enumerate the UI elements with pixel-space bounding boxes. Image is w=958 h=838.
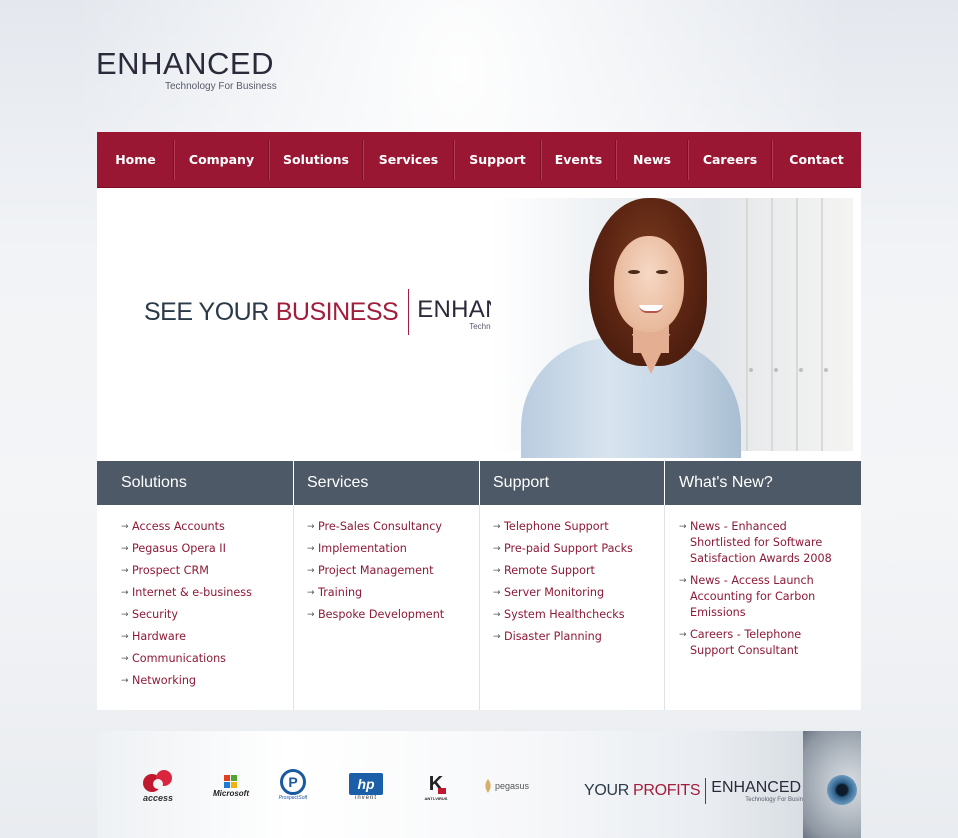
kaspersky-icon: K (424, 773, 448, 796)
hero-slogan-see: SEE YOUR (144, 297, 269, 326)
partner-footer: access Microsoft P ProspectSoft hp inven… (97, 731, 861, 838)
support-heading: Support (480, 461, 665, 505)
hero-photo-woman (491, 198, 853, 458)
footer-slogan-profits: PROFITS (633, 782, 701, 799)
pegasus-label: pegasus (494, 781, 530, 791)
prospect-icon: P (280, 769, 306, 795)
whats-new-column: → News - Enhanced Shortlisted for Softwar… (665, 505, 861, 710)
services-link[interactable]: → Bespoke Development (307, 607, 479, 623)
hero-banner: SEE YOUR BUSINESS ENHANCED Technology Fo… (97, 188, 861, 461)
hero-divider (408, 289, 410, 335)
services-link[interactable]: → Pre-Sales Consultancy (307, 519, 479, 535)
solutions-link[interactable]: → Security (121, 607, 293, 623)
access-icon (143, 770, 172, 792)
pegasus-icon (485, 779, 491, 793)
support-link[interactable]: → System Healthchecks (493, 607, 664, 623)
footer-slogan: YOUR PROFITS ENHANCED Technology For Bus… (584, 777, 812, 805)
hero-slogan-business: BUSINESS (275, 297, 399, 326)
support-link[interactable]: → Server Monitoring (493, 585, 664, 601)
nav-services[interactable]: Services (363, 132, 454, 188)
support-link[interactable]: → Pre-paid Support Packs (493, 541, 664, 557)
services-link[interactable]: → Training (307, 585, 479, 601)
services-link[interactable]: → Project Management (307, 563, 479, 579)
access-logo[interactable]: access (135, 765, 181, 807)
eye-iris (827, 775, 857, 805)
microsoft-label: Microsoft (213, 788, 249, 798)
site-logo[interactable]: ENHANCED Technology For Business (96, 48, 296, 98)
whats-new-heading: What's New? (679, 474, 773, 491)
support-link[interactable]: → Disaster Planning (493, 629, 664, 645)
nav-contact[interactable]: Contact (772, 132, 861, 188)
access-label: access (142, 793, 174, 803)
support-column: → Telephone Support → Pre-paid Support Pac… (480, 505, 665, 710)
solutions-column: → Access Accounts → Pegasus Opera II → Pros… (97, 505, 294, 710)
services-column: → Pre-Sales Consultancy → Implementation →… (294, 505, 480, 710)
services-link[interactable]: → Implementation (307, 541, 479, 557)
footer-divider (705, 778, 707, 804)
solutions-link[interactable]: → Communications (121, 651, 293, 667)
footer-logo-wordmark: ENHANCED (711, 779, 802, 796)
main-navigation: Home Company Solutions Services Support … (97, 132, 861, 188)
nav-company[interactable]: Company (174, 132, 269, 188)
nav-support[interactable]: Support (454, 132, 541, 188)
nav-solutions[interactable]: Solutions (269, 132, 363, 188)
support-link[interactable]: → Telephone Support (493, 519, 664, 535)
news-link[interactable]: → News - Access Launch Accounting for Car… (679, 573, 839, 621)
windows-icon (224, 774, 237, 788)
logo-wordmark: ENHANCED (96, 46, 274, 81)
nav-careers[interactable]: Careers (688, 132, 772, 188)
footer-slogan-your: YOUR (584, 782, 630, 799)
services-heading: Services (294, 461, 480, 505)
nav-news[interactable]: News (616, 132, 688, 188)
solutions-link[interactable]: → Pegasus Opera II (121, 541, 293, 557)
support-link[interactable]: → Remote Support (493, 563, 664, 579)
hp-logo[interactable]: hp invent (347, 769, 385, 805)
pegasus-logo[interactable]: pegasus (481, 773, 531, 799)
prospect-label: ProspectSoft (278, 795, 308, 801)
nav-events[interactable]: Events (541, 132, 616, 188)
prospect-logo[interactable]: P ProspectSoft (275, 767, 311, 803)
solutions-link[interactable]: → Networking (121, 673, 293, 689)
solutions-heading: Solutions (97, 461, 294, 505)
footer-logo: ENHANCED Technology For Business (711, 777, 812, 805)
hp-icon: hp (349, 773, 383, 795)
section-headers: Solutions Services Support What's New? (97, 461, 861, 505)
microsoft-logo[interactable]: Microsoft (207, 771, 255, 801)
kaspersky-label: ANTI-VIRUS (424, 795, 448, 801)
news-link[interactable]: → Careers - Telephone Support Consultant (679, 627, 839, 659)
hp-label: invent (354, 795, 377, 801)
solutions-link[interactable]: → Hardware (121, 629, 293, 645)
solutions-link[interactable]: → Access Accounts (121, 519, 293, 535)
nav-home[interactable]: Home (97, 132, 174, 188)
solutions-link[interactable]: → Internet & e-business (121, 585, 293, 601)
section-columns: → Access Accounts → Pegasus Opera II → Pros… (97, 505, 861, 710)
kaspersky-logo[interactable]: K ANTI-VIRUS (421, 771, 451, 803)
solutions-link[interactable]: → Prospect CRM (121, 563, 293, 579)
news-link[interactable]: → News - Enhanced Shortlisted for Softwar… (679, 519, 839, 567)
logo-tagline: Technology For Business (165, 81, 277, 92)
